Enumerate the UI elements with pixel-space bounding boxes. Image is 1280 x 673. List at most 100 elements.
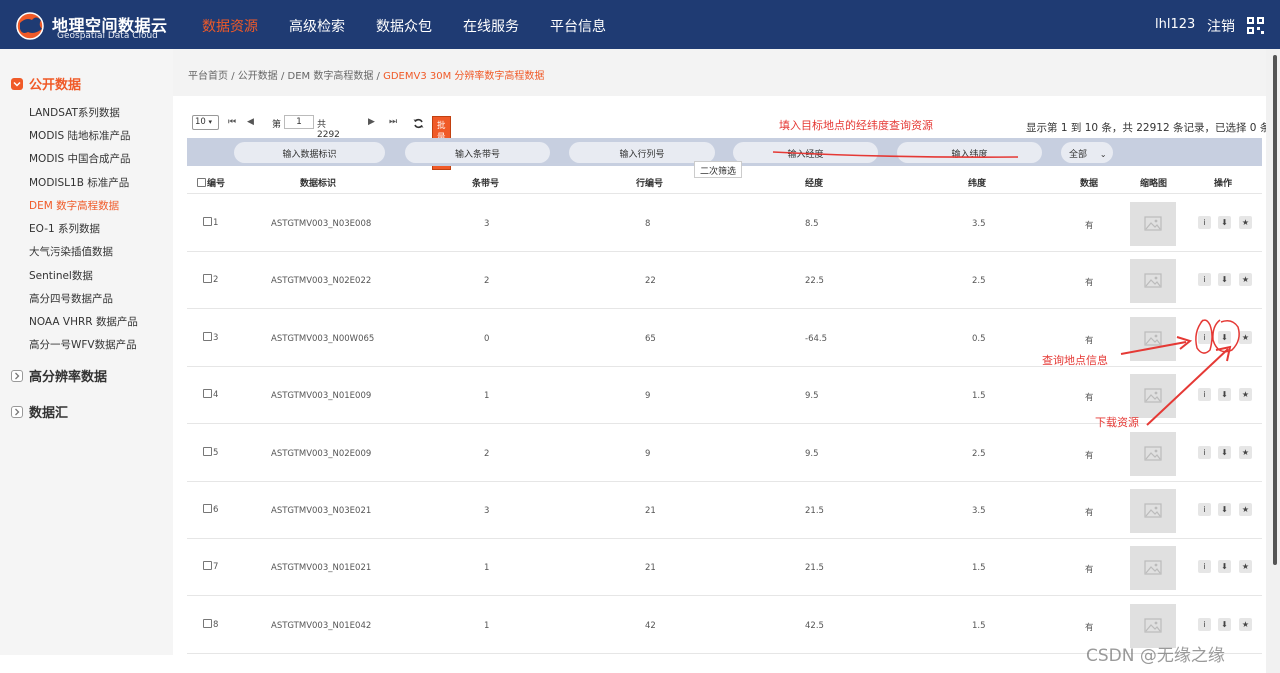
download-icon[interactable]: ⬇ <box>1218 273 1231 287</box>
filter-strip-input[interactable]: 输入条带号 <box>405 142 550 163</box>
annotation-hint: 填入目标地点的经纬度查询资源 <box>779 119 933 132</box>
star-icon[interactable]: ★ <box>1239 388 1252 402</box>
download-icon[interactable]: ⬇ <box>1218 617 1231 631</box>
cell-number: 7 <box>203 561 218 572</box>
table-row: 6 ASTGTMV003_N03E021 3 21 21.5 3.5 有 i ⬇ ★ <box>187 482 1262 539</box>
prev-page-icon[interactable]: ◀ <box>247 117 254 127</box>
filter-id-input[interactable]: 输入数据标识 <box>234 142 385 163</box>
first-page-icon[interactable]: ⏮ <box>228 117 236 127</box>
nav-advanced-search[interactable]: 高级检索 <box>289 16 345 36</box>
info-icon[interactable]: i <box>1198 560 1211 574</box>
filter-row-input[interactable]: 输入行列号 <box>569 142 715 163</box>
site-logo[interactable]: 地理空间数据云 Geospatial Data Cloud <box>14 9 174 43</box>
download-icon[interactable]: ⬇ <box>1218 445 1231 459</box>
qr-code-icon[interactable] <box>1247 17 1264 34</box>
download-icon[interactable]: ⬇ <box>1218 503 1231 516</box>
thumbnail-image-icon[interactable] <box>1130 202 1176 246</box>
nav-online-service[interactable]: 在线服务 <box>463 16 519 36</box>
thumbnail-image-icon[interactable] <box>1130 431 1176 476</box>
thumbnail-image-icon[interactable] <box>1130 316 1176 361</box>
info-icon[interactable]: i <box>1198 445 1211 459</box>
refresh-icon[interactable] <box>413 118 424 129</box>
header-data-id: 数据标识 <box>300 179 337 189</box>
nav-crowdsourcing[interactable]: 数据众包 <box>376 16 432 36</box>
page-prefix: 第 <box>272 120 282 130</box>
nav-data-resources[interactable]: 数据资源 <box>202 16 258 36</box>
info-icon[interactable]: i <box>1198 617 1211 631</box>
scrollbar-thumb[interactable] <box>1273 55 1277 565</box>
chevron-down-icon: ⌄ <box>1099 150 1107 159</box>
download-icon[interactable]: ⬇ <box>1218 216 1231 229</box>
download-icon[interactable]: ⬇ <box>1218 330 1231 344</box>
thumbnail-image-icon[interactable] <box>1130 259 1176 304</box>
sidebar-item-gf4[interactable]: 高分四号数据产品 <box>29 291 113 306</box>
star-icon[interactable]: ★ <box>1239 560 1252 574</box>
download-icon[interactable]: ⬇ <box>1218 388 1231 402</box>
row-checkbox[interactable] <box>203 331 212 341</box>
cell-data: 有 <box>1085 335 1094 346</box>
row-checkbox[interactable] <box>203 561 212 571</box>
info-icon[interactable]: i <box>1198 330 1211 344</box>
cell-data: 有 <box>1085 622 1094 633</box>
star-icon[interactable]: ★ <box>1239 445 1252 459</box>
filter-longitude-input[interactable]: 输入经度 <box>733 142 878 163</box>
breadcrumb-home[interactable]: 平台首页 <box>188 71 228 82</box>
thumbnail-image-icon[interactable] <box>1130 374 1176 419</box>
star-icon[interactable]: ★ <box>1239 330 1252 344</box>
download-icon[interactable]: ⬇ <box>1218 560 1231 574</box>
filter-data-select[interactable]: 全部 ⌄ <box>1061 142 1113 163</box>
thumbnail-image-icon[interactable] <box>1130 489 1176 533</box>
nav-platform-info[interactable]: 平台信息 <box>550 16 606 36</box>
cell-strip: 1 <box>484 391 490 402</box>
row-number: 6 <box>213 505 219 515</box>
thumbnail-image-icon[interactable] <box>1130 546 1176 591</box>
info-icon[interactable]: i <box>1198 388 1211 402</box>
row-number: 5 <box>213 447 219 458</box>
sidebar-section-data-hub[interactable]: 数据汇 <box>11 402 68 421</box>
sidebar-item-gf1-wfv[interactable]: 高分一号WFV数据产品 <box>29 337 137 352</box>
row-number: 7 <box>213 562 219 573</box>
next-page-icon[interactable]: ▶ <box>368 117 375 127</box>
sidebar-section-high-res[interactable]: 高分辨率数据 <box>11 366 107 385</box>
sidebar-item-modis-china[interactable]: MODIS 中国合成产品 <box>29 151 131 166</box>
header-label: 编号 <box>207 179 226 189</box>
info-icon[interactable]: i <box>1198 273 1211 287</box>
page-number-input[interactable]: 1 <box>284 115 314 129</box>
sidebar-footer <box>0 655 173 673</box>
row-checkbox[interactable] <box>203 504 212 513</box>
row-checkbox[interactable] <box>203 446 212 456</box>
page-size-select[interactable]: 10 ▾ <box>192 115 219 130</box>
sidebar-item-modisl1b[interactable]: MODISL1B 标准产品 <box>29 175 129 190</box>
logout-link[interactable]: 注销 <box>1207 16 1235 36</box>
star-icon[interactable]: ★ <box>1239 216 1252 229</box>
row-checkbox[interactable] <box>203 618 212 628</box>
row-checkbox[interactable] <box>203 389 212 399</box>
row-checkbox[interactable] <box>203 274 212 284</box>
sidebar-item-modis-land[interactable]: MODIS 陆地标准产品 <box>29 128 131 143</box>
star-icon[interactable]: ★ <box>1239 503 1252 516</box>
cell-longitude: 9.5 <box>805 448 819 459</box>
table-header: 编号 数据标识 条带号 行编号 经度 纬度 数据 缩略图 操作 <box>187 170 1262 194</box>
last-page-icon[interactable]: ⏭ <box>389 117 397 127</box>
row-checkbox[interactable] <box>203 217 212 226</box>
row-number: 2 <box>213 275 219 286</box>
info-icon[interactable]: i <box>1198 503 1211 516</box>
cell-data-id: ASTGTMV003_N03E008 <box>271 219 372 229</box>
info-icon[interactable]: i <box>1198 216 1211 229</box>
sidebar-item-noaa[interactable]: NOAA VHRR 数据产品 <box>29 314 138 329</box>
sidebar-item-eo1[interactable]: EO-1 系列数据 <box>29 221 100 236</box>
sidebar-item-landsat[interactable]: LANDSAT系列数据 <box>29 105 120 120</box>
cell-data-id: ASTGTMV003_N01E021 <box>271 563 372 574</box>
breadcrumb-dem[interactable]: DEM 数字高程数据 <box>288 71 374 82</box>
sidebar-section-public[interactable]: 公开数据 <box>11 74 81 93</box>
header-longitude: 经度 <box>805 179 824 189</box>
sidebar-item-air-pollution[interactable]: 大气污染插值数据 <box>29 244 113 259</box>
star-icon[interactable]: ★ <box>1239 273 1252 287</box>
filter-latitude-input[interactable]: 输入纬度 <box>897 142 1042 163</box>
username[interactable]: lhl123 <box>1155 17 1195 32</box>
select-all-checkbox[interactable] <box>197 178 206 187</box>
sidebar-item-sentinel[interactable]: Sentinel数据 <box>29 268 93 283</box>
sidebar-item-dem[interactable]: DEM 数字高程数据 <box>29 198 119 213</box>
star-icon[interactable]: ★ <box>1239 617 1252 631</box>
breadcrumb-public[interactable]: 公开数据 <box>238 71 278 82</box>
